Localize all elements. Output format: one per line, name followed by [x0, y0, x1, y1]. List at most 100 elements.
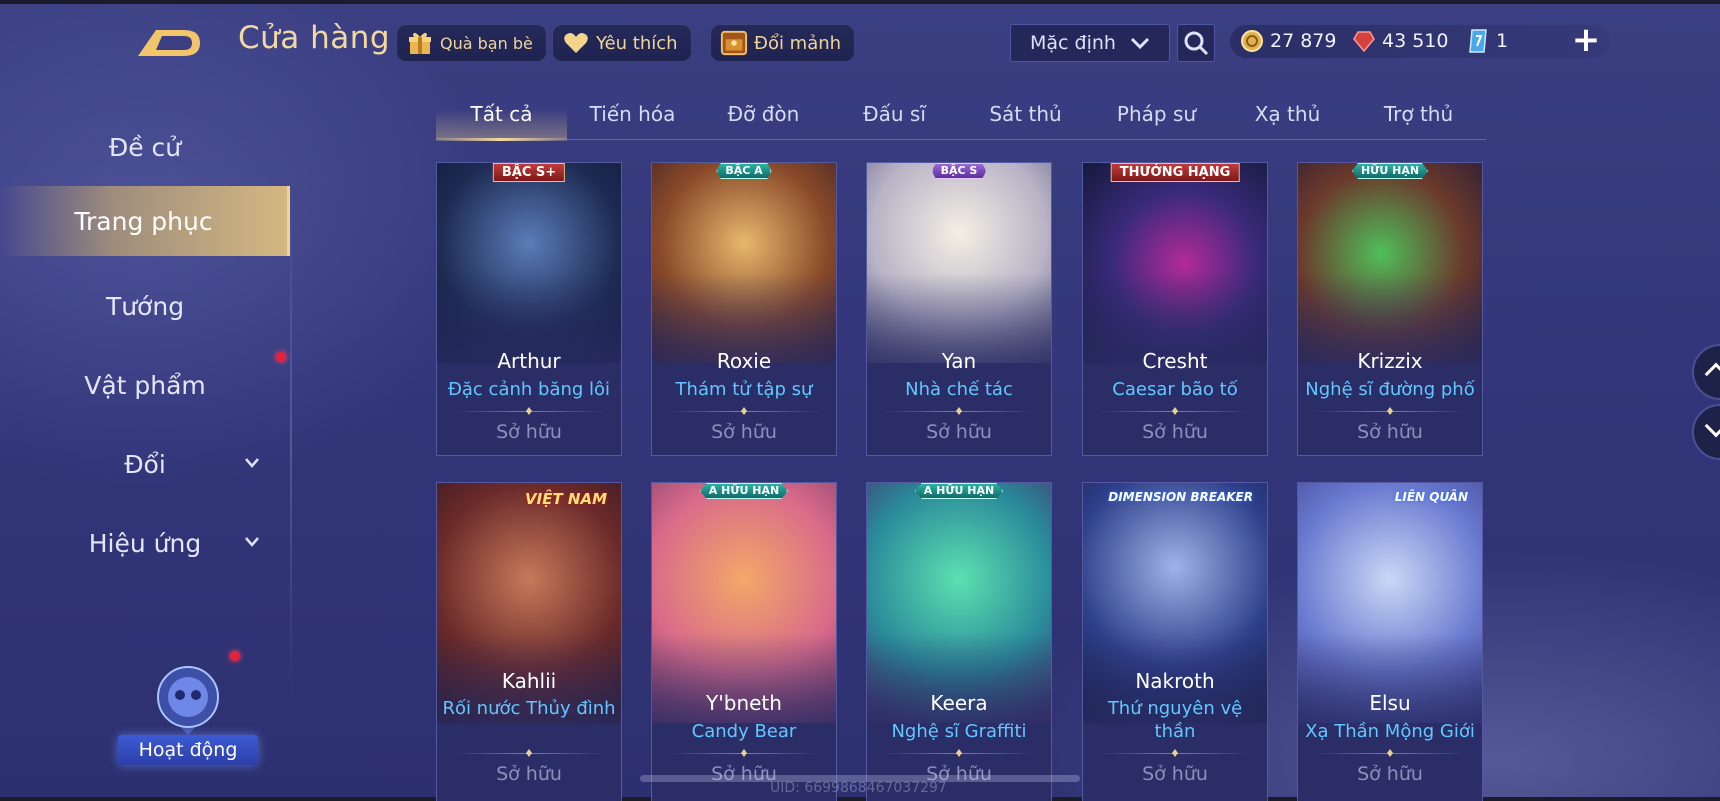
- favorite-button[interactable]: Yêu thích: [552, 24, 692, 62]
- skin-card[interactable]: HỮU HẠN Krizzix Nghệ sĩ đường phố Sở hữu: [1297, 162, 1483, 456]
- skin-card[interactable]: BẬC S+ Arthur Đặc cảnh băng lôi Sở hữu: [436, 162, 622, 456]
- events-label: Hoạt động: [118, 735, 258, 765]
- skin-tier-badge: A HỮU HẠN: [699, 483, 789, 499]
- hero-name: Krizzix: [1357, 349, 1423, 373]
- card-divider: [881, 749, 1037, 757]
- category-tabs: Tất cả Tiến hóa Đỡ đòn Đấu sĩ Sát thủ Ph…: [436, 92, 1486, 141]
- sidebar-item-label: Trang phục: [74, 206, 213, 236]
- friend-gift-button[interactable]: Quà bạn bè: [396, 24, 547, 62]
- sidebar-item-items[interactable]: Vật phẩm: [0, 350, 290, 420]
- add-currency-button[interactable]: +: [1568, 20, 1604, 60]
- events-button[interactable]: Hoạt động: [118, 655, 258, 765]
- card-divider: [451, 749, 607, 757]
- skin-grid: BẬC S+ Arthur Đặc cảnh băng lôi Sở hữu B…: [436, 162, 1486, 801]
- page-title: Cửa hàng: [238, 20, 391, 56]
- chevron-down-icon: [245, 537, 259, 547]
- sidebar-item-heroes[interactable]: Tướng: [0, 271, 290, 341]
- tab-all[interactable]: Tất cả: [436, 92, 567, 141]
- owned-status: Sở hữu: [1142, 421, 1208, 443]
- tab-support[interactable]: Trợ thủ: [1353, 92, 1484, 139]
- top-frame: [0, 0, 1720, 4]
- user-id: UID: 6699868467037297: [770, 780, 947, 796]
- owned-status: Sở hữu: [1142, 763, 1208, 785]
- sidebar-item-label: Hiệu ứng: [88, 528, 202, 558]
- owned-status: Sở hữu: [496, 421, 562, 443]
- hero-name: Y'bneth: [706, 691, 782, 715]
- search-button[interactable]: [1177, 24, 1215, 62]
- chevron-up-icon: [1704, 362, 1720, 386]
- shard-exchange-button[interactable]: Đổi mảnh: [710, 24, 856, 62]
- owned-status: Sở hữu: [1357, 421, 1423, 443]
- chevron-down-icon: [1704, 414, 1720, 438]
- friend-gift-label: Quà bạn bè: [440, 33, 533, 53]
- skin-card[interactable]: BẬC A Roxie Thám tử tập sự Sở hữu: [651, 162, 837, 456]
- tab-marksman[interactable]: Xạ thủ: [1222, 92, 1353, 139]
- skin-card[interactable]: A HỮU HẠN Y'bneth Candy Bear Sở hữu: [651, 482, 837, 801]
- skin-name: Thứ nguyên vệ thần: [1107, 698, 1243, 742]
- skin-tier-badge: BẬC S: [931, 163, 987, 179]
- skin-card[interactable]: VIỆT NAM Kahlii Rối nước Thủy đình Sở hữ…: [436, 482, 622, 801]
- tab-evolution[interactable]: Tiến hóa: [567, 92, 698, 139]
- skin-event-badge: LIÊN QUÂN: [1394, 490, 1468, 504]
- back-arrow-icon: [138, 30, 200, 56]
- skin-name: Candy Bear: [691, 721, 797, 742]
- skin-name: Rối nước Thủy đình: [442, 698, 616, 719]
- skin-name: Nghệ sĩ đường phố: [1305, 379, 1475, 400]
- skin-tier-badge: HỮU HẠN: [1351, 163, 1429, 179]
- hero-name: Cresht: [1142, 349, 1208, 373]
- ticket-amount: 1: [1496, 30, 1509, 52]
- skin-name: Thám tử tập sự: [675, 379, 813, 400]
- skin-event-badge: VIỆT NAM: [525, 490, 607, 508]
- tab-mage[interactable]: Pháp sư: [1091, 92, 1222, 139]
- sidebar-item-label: Đổi: [124, 449, 166, 479]
- gift-icon: [406, 29, 434, 57]
- tab-fighter[interactable]: Đấu sĩ: [829, 92, 960, 139]
- tab-assassin[interactable]: Sát thủ: [960, 92, 1091, 139]
- hero-name: Nakroth: [1135, 669, 1215, 693]
- sidebar-item-label: Đề cử: [108, 132, 182, 162]
- skin-tier-badge: BẬC S+: [492, 163, 566, 182]
- ticket-currency: 1: [1466, 24, 1508, 58]
- sidebar-item-label: Vật phẩm: [84, 370, 206, 400]
- event-orb-icon: [157, 666, 219, 735]
- skin-card[interactable]: LIÊN QUÂN Elsu Xạ Thần Mộng Giới Sở hữu: [1297, 482, 1483, 801]
- skin-name: Xạ Thần Mộng Giới: [1305, 721, 1475, 742]
- sidebar-item-recommended[interactable]: Đề cử: [0, 112, 290, 182]
- sort-dropdown[interactable]: Mặc định: [1010, 24, 1170, 62]
- owned-status: Sở hữu: [1357, 763, 1423, 785]
- card-divider: [451, 407, 607, 415]
- skin-card[interactable]: BẬC S Yan Nhà chế tác Sở hữu: [866, 162, 1052, 456]
- sidebar-item-exchange[interactable]: Đổi: [0, 429, 290, 499]
- ticket-icon: [1469, 29, 1487, 53]
- tab-tank[interactable]: Đỡ đòn: [698, 92, 829, 139]
- owned-status: Sở hữu: [711, 421, 777, 443]
- notification-dot: [230, 651, 240, 661]
- sort-value: Mặc định: [1030, 32, 1116, 54]
- hero-name: Roxie: [716, 349, 772, 373]
- treasure-chest-icon: [720, 29, 748, 57]
- owned-status: Sở hữu: [926, 421, 992, 443]
- card-divider: [881, 407, 1037, 415]
- hero-name: Yan: [941, 349, 977, 373]
- gold-amount: 27 879: [1270, 30, 1337, 52]
- back-button[interactable]: [134, 22, 208, 62]
- skin-card[interactable]: A HỮU HẠN Keera Nghệ sĩ Graffiti Sở hữu: [866, 482, 1052, 801]
- chevron-down-icon: [1130, 37, 1150, 49]
- gold-coin-icon: [1241, 30, 1263, 52]
- hero-name: Arthur: [497, 349, 561, 373]
- skin-tier-badge: A HỮU HẠN: [914, 483, 1004, 499]
- sidebar-item-skins[interactable]: Trang phục: [0, 186, 290, 256]
- skin-card[interactable]: THƯỞNG HẠNG Cresht Caesar bão tố Sở hữu: [1082, 162, 1268, 456]
- search-icon: [1184, 31, 1209, 56]
- skin-event-badge: DIMENSION BREAKER: [1108, 490, 1253, 504]
- sidebar-divider: [290, 180, 292, 700]
- skin-tier-badge: THƯỞNG HẠNG: [1110, 163, 1240, 182]
- hero-name: Kahlii: [501, 669, 557, 693]
- skin-name: Đặc cảnh băng lôi: [447, 379, 611, 400]
- card-divider: [1097, 407, 1253, 415]
- skin-name: Nghệ sĩ Graffiti: [891, 721, 1027, 742]
- sidebar-item-effects[interactable]: Hiệu ứng: [0, 508, 290, 578]
- gold-currency: 27 879: [1240, 24, 1336, 58]
- skin-card[interactable]: DIMENSION BREAKER Nakroth Thứ nguyên vệ …: [1082, 482, 1268, 801]
- skin-tier-badge: BẬC A: [716, 163, 772, 179]
